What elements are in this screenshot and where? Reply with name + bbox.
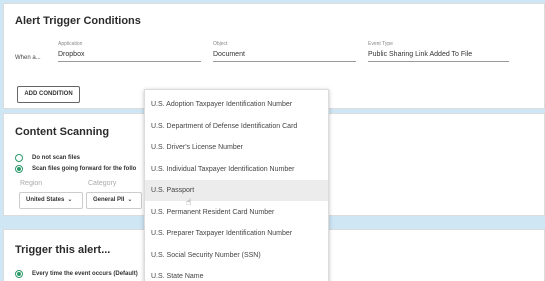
- radio-scan-files[interactable]: Scan files going forward for the follo: [15, 165, 136, 173]
- radio-button-selected[interactable]: [15, 270, 23, 278]
- chevron-down-icon: ⌄: [67, 197, 73, 203]
- radio-label: Do not scan files: [32, 155, 81, 161]
- category-value: General PII: [93, 197, 125, 203]
- application-field[interactable]: Application Dropbox: [58, 41, 201, 62]
- radio-label: Scan files going forward for the follo: [32, 166, 137, 172]
- category-dropdown-menu[interactable]: U.S. Adoption Taxpayer Identification Nu…: [144, 89, 329, 281]
- region-value: United States: [26, 197, 65, 203]
- object-value[interactable]: Document: [213, 51, 356, 62]
- radio-button[interactable]: [15, 154, 23, 162]
- region-label: Region: [20, 180, 43, 187]
- application-value[interactable]: Dropbox: [58, 51, 201, 62]
- when-label: When a...: [15, 55, 41, 61]
- event-type-value[interactable]: Public Sharing Link Added To File: [368, 51, 509, 62]
- dropdown-option[interactable]: U.S. Adoption Taxpayer Identification Nu…: [145, 94, 328, 115]
- event-type-field[interactable]: Event Type Public Sharing Link Added To …: [368, 41, 509, 62]
- dropdown-option[interactable]: U.S. Preparer Taxpayer Identification Nu…: [145, 223, 328, 244]
- radio-button-selected[interactable]: [15, 165, 23, 173]
- section-title: Trigger this alert...: [15, 244, 111, 256]
- event-type-label: Event Type: [368, 41, 393, 47]
- object-label: Object: [213, 41, 228, 47]
- dropdown-option[interactable]: U.S. Individual Taxpayer Identification …: [145, 159, 328, 180]
- object-field[interactable]: Object Document: [213, 41, 356, 62]
- region-select[interactable]: United States ⌄: [19, 192, 83, 209]
- radio-every-time[interactable]: Every time the event occurs (Default): [15, 270, 138, 278]
- section-title: Alert Trigger Conditions: [15, 15, 141, 27]
- application-label: Application: [58, 41, 83, 47]
- dropdown-option[interactable]: U.S. Driver's License Number: [145, 137, 328, 158]
- chevron-down-icon: ⌄: [127, 197, 133, 203]
- hand-pointer-icon: ☝: [186, 197, 192, 207]
- dropdown-option-highlighted[interactable]: U.S. Passport: [145, 180, 328, 201]
- dropdown-option[interactable]: U.S. State Name: [145, 266, 328, 281]
- section-title: Content Scanning: [15, 126, 110, 138]
- dropdown-option[interactable]: U.S. Department of Defense Identificatio…: [145, 116, 328, 137]
- radio-do-not-scan[interactable]: Do not scan files: [15, 154, 80, 162]
- add-condition-button[interactable]: ADD CONDITION: [17, 86, 80, 103]
- category-select[interactable]: General PII ⌄: [86, 192, 142, 209]
- category-label: Category: [88, 180, 117, 187]
- dropdown-option[interactable]: U.S. Permanent Resident Card Number: [145, 202, 328, 223]
- dropdown-option[interactable]: U.S. Social Security Number (SSN): [145, 245, 328, 266]
- radio-label: Every time the event occurs (Default): [32, 271, 138, 277]
